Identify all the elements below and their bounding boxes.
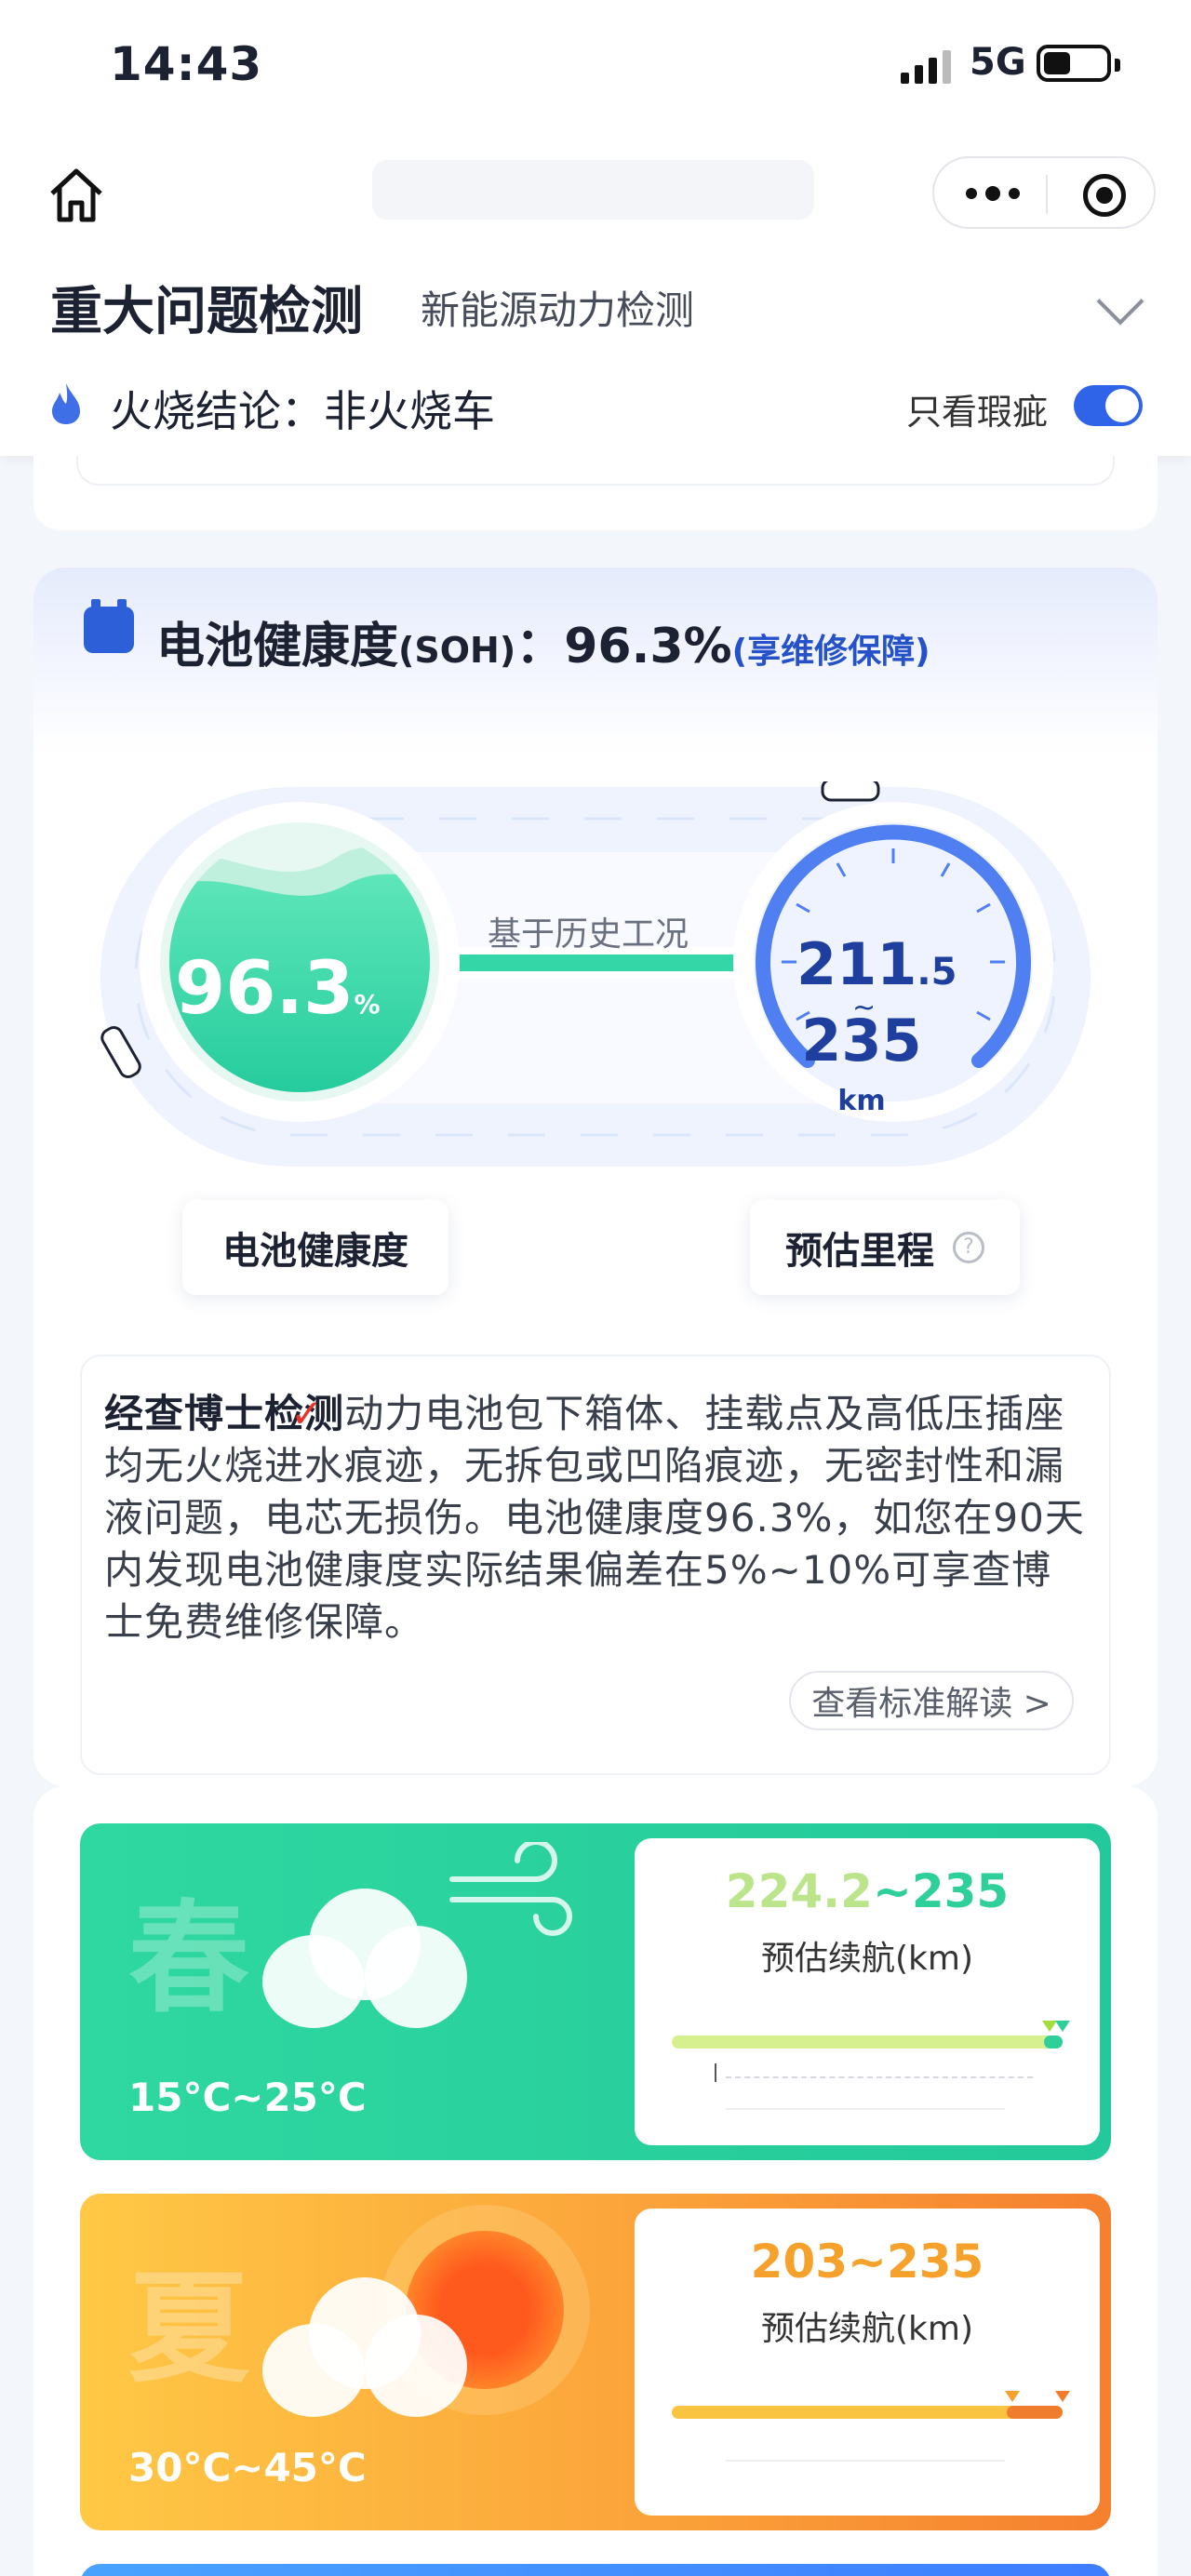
capsule-divider bbox=[1046, 175, 1048, 214]
read-standard-button[interactable]: 查看标准解读 > bbox=[789, 1671, 1074, 1730]
range-bar bbox=[672, 2406, 1063, 2419]
season-name: 春 bbox=[128, 1888, 250, 2029]
season-card-spring: 春 15°C~25°C 224.2~235 预估续航(km) bbox=[80, 1823, 1111, 2160]
check-mark-icon: ✓ bbox=[290, 1391, 325, 1436]
inspection-description: 经查博士检测✓ 动力电池包下箱体、挂载点及高低压插座均无火烧进水痕迹，无拆包或凹陷… bbox=[104, 1388, 1091, 1648]
range-low-dec: .5 bbox=[917, 951, 957, 994]
soh-gauge-unit: % bbox=[354, 989, 381, 1020]
range-low: 211.5 bbox=[796, 930, 957, 998]
range-label: 预估续航(km) bbox=[760, 1940, 973, 1978]
fire-conclusion-row: 火烧结论：非火烧车 只看瑕疵 bbox=[0, 363, 1191, 456]
signal-icon bbox=[901, 48, 951, 84]
tab-ev-power[interactable]: 新能源动力检测 bbox=[421, 279, 694, 336]
range-separator: ~ bbox=[848, 2235, 887, 2289]
season-name: 夏 bbox=[128, 2258, 250, 2399]
cloud-icon bbox=[262, 2259, 467, 2417]
home-icon[interactable] bbox=[43, 162, 110, 229]
wind-icon bbox=[449, 1842, 572, 1936]
season-range: 224.2~235 bbox=[635, 1864, 1100, 1918]
label-estimated-range-text: 预估里程 bbox=[785, 1230, 934, 1273]
battery-icon bbox=[1037, 45, 1120, 82]
range-label: 预估续航(km) bbox=[760, 2310, 973, 2348]
battery-icon bbox=[84, 599, 134, 653]
season-card-summer: 夏 30°C~45°C 203~235 预估续航(km) bbox=[80, 2194, 1111, 2530]
scale-ticks bbox=[715, 2063, 1033, 2082]
soh-value: 96.3% bbox=[564, 619, 732, 674]
page-title-blurred bbox=[372, 160, 814, 220]
mini-program-capsule bbox=[932, 156, 1156, 229]
season-temp: 30°C~45°C bbox=[128, 2445, 367, 2490]
nav-bar bbox=[0, 140, 1191, 251]
range-high: 235 bbox=[911, 1864, 1010, 1918]
range-unit: km bbox=[837, 1085, 886, 1117]
scale-line bbox=[726, 2460, 1005, 2462]
range-low: 203 bbox=[750, 2235, 849, 2289]
soh-colon: ： bbox=[515, 619, 565, 674]
range-low: 224.2 bbox=[725, 1864, 873, 1918]
marker-high bbox=[1055, 2021, 1070, 2032]
app-screen: 14:43 5G 重大问题检测 新能源动力检测 火烧结论：非火烧车 只看瑕疵 电… bbox=[0, 0, 1191, 2576]
gauge-caption: 基于历史工况 bbox=[488, 915, 689, 954]
status-bar: 14:43 5G bbox=[0, 0, 1191, 140]
soh-abbr: (SOH) bbox=[398, 630, 516, 671]
scale-line bbox=[726, 2108, 1005, 2110]
next-season-card-top bbox=[80, 2564, 1111, 2576]
range-low-int: 211 bbox=[796, 930, 917, 998]
season-temp: 15°C~25°C bbox=[128, 2075, 367, 2120]
soh-gauge-value: 96.3% bbox=[175, 947, 381, 1031]
more-dots-icon[interactable] bbox=[966, 186, 1020, 201]
guarantee-link[interactable]: (享维修保障) bbox=[732, 633, 930, 671]
status-time: 14:43 bbox=[110, 37, 263, 91]
range-bar bbox=[672, 2035, 1063, 2049]
chevron-down-icon[interactable] bbox=[1096, 277, 1144, 326]
network-type: 5G bbox=[970, 41, 1026, 84]
mini-program-close-icon[interactable] bbox=[1083, 174, 1126, 217]
filter-toggle[interactable] bbox=[1074, 385, 1143, 426]
cloud-icon bbox=[262, 1870, 467, 2028]
flame-icon bbox=[52, 383, 80, 424]
label-estimated-range: 预估里程? bbox=[750, 1200, 1020, 1295]
range-separator: ~ bbox=[872, 1864, 912, 1918]
help-icon[interactable]: ? bbox=[953, 1232, 984, 1263]
range-high: 235 bbox=[801, 1007, 922, 1074]
battery-soh-card: 电池健康度(SOH)：96.3%(享维修保障) 基于历史工况 96.3% 211… bbox=[33, 567, 1158, 1786]
range-high: 235 bbox=[886, 2235, 984, 2289]
label-battery-health-text: 电池健康度 bbox=[222, 1230, 408, 1273]
soh-gauge-number: 96.3 bbox=[175, 947, 355, 1031]
season-range: 203~235 bbox=[635, 2235, 1100, 2289]
season-range-section: 春 15°C~25°C 224.2~235 预估续航(km) 夏 30°C~45… bbox=[33, 1786, 1158, 2576]
soh-title: 电池健康度(SOH)：96.3%(享维修保障) bbox=[156, 607, 930, 676]
tab-bar: 重大问题检测 新能源动力检测 bbox=[0, 251, 1191, 363]
previous-card-bottom bbox=[33, 456, 1158, 530]
tab-major-issues[interactable]: 重大问题检测 bbox=[50, 270, 363, 349]
label-battery-health: 电池健康度 bbox=[182, 1200, 448, 1295]
fire-conclusion-label: 火烧结论：非火烧车 bbox=[110, 386, 495, 436]
range-panel: 224.2~235 预估续航(km) bbox=[635, 1838, 1100, 2145]
range-panel: 203~235 预估续航(km) bbox=[635, 2209, 1100, 2516]
filter-label: 只看瑕疵 bbox=[906, 392, 1049, 433]
marker-high bbox=[1055, 2391, 1070, 2402]
soh-title-text: 电池健康度 bbox=[156, 619, 399, 674]
marker-low bbox=[1005, 2391, 1020, 2402]
